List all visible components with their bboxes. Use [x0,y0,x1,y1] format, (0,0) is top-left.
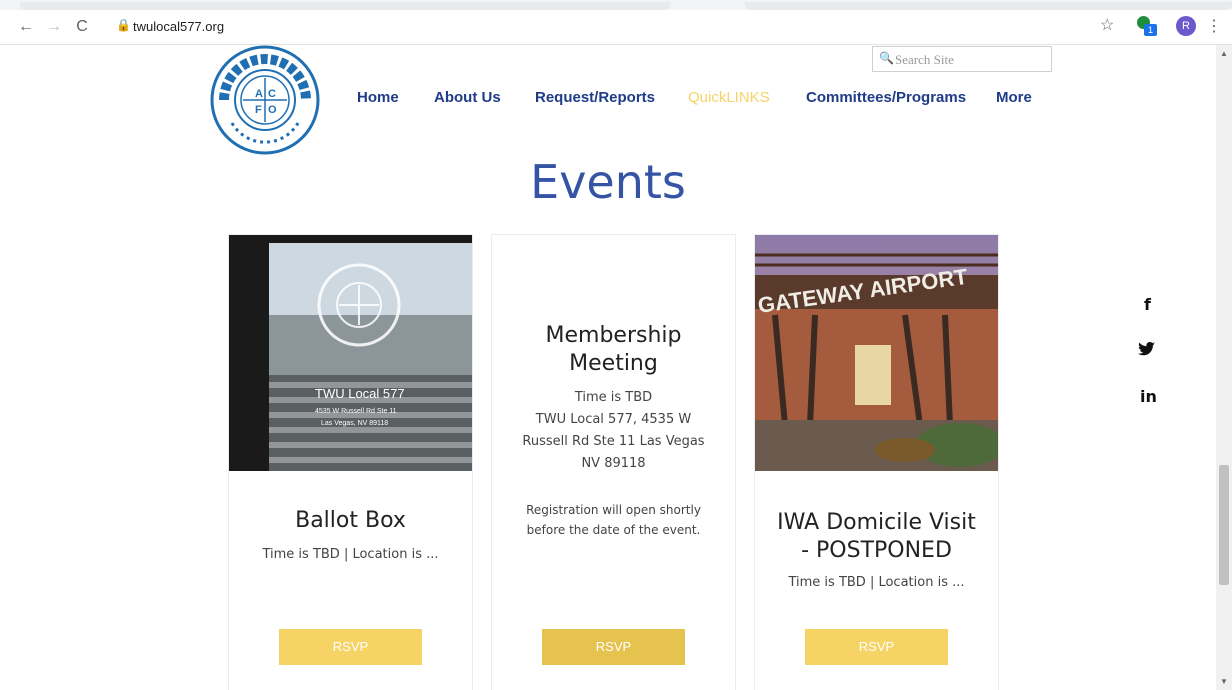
event-card-iwa-domicile-visit[interactable]: GATEWAY AIRPORT IWA Domicile Visit - POS… [754,234,999,690]
door-sign-line3: Las Vegas, NV 89118 [321,420,388,427]
search-input[interactable]: 🔍 Search Site [872,46,1052,72]
nav-about-us[interactable]: About Us [434,89,501,106]
svg-text:F: F [255,104,262,116]
event-title-line2[interactable]: Meeting [492,350,735,378]
page-viewport: A C F O Home About Us Request/Reports Qu… [0,45,1216,690]
rsvp-button[interactable]: RSVP [279,629,422,665]
browser-toolbar: ← → C 🔒 twulocal577.org ☆ 1 R ⋮ [0,10,1232,45]
svg-text:C: C [268,88,276,100]
event-title[interactable]: Ballot Box [229,507,472,535]
facebook-icon[interactable]: f [1144,295,1151,314]
twitter-bird [1138,342,1155,356]
event-card-membership-meeting[interactable]: Membership Meeting Time is TBD TWU Local… [491,234,736,690]
scrollbar-thumb[interactable] [1219,465,1229,585]
browser-tabstrip [0,0,1232,10]
event-photo-door: TWU Local 577 4535 W Russell Rd Ste 11 L… [229,235,472,471]
event-title-line1[interactable]: Membership [492,322,735,350]
event-photo-airport: GATEWAY AIRPORT [755,235,998,471]
extension-badge: 1 [1144,24,1157,36]
search-placeholder: Search Site [895,52,954,67]
twu-logo[interactable]: A C F O [210,45,320,155]
extension-icon[interactable]: 1 [1137,16,1159,38]
url-text[interactable]: twulocal577.org [133,19,224,34]
event-card-ballot-box[interactable]: TWU Local 577 4535 W Russell Rd Ste 11 L… [228,234,473,690]
event-address-line3: NV 89118 [581,456,646,471]
svg-text:O: O [268,104,277,116]
event-registration-line2: before the date of the event. [526,523,701,537]
event-meta: Time is TBD | Location is ... [262,547,439,562]
event-title-line2[interactable]: - POSTPONED [755,537,998,565]
rsvp-button[interactable]: RSVP [805,629,948,665]
back-arrow-icon[interactable]: ← [16,17,36,37]
event-meta: Time is TBD | Location is ... [788,575,965,590]
door-sign-line1: TWU Local 577 [315,386,405,401]
page-scrollbar[interactable]: ▲ ▼ [1216,45,1232,690]
reload-icon[interactable]: C [72,17,92,37]
scroll-down-arrow-icon[interactable]: ▼ [1220,677,1228,686]
nav-committees-programs[interactable]: Committees/Programs [806,89,966,106]
search-icon: 🔍 [879,51,894,65]
event-time: Time is TBD [574,390,653,405]
bookmark-star-icon[interactable]: ☆ [1100,15,1114,35]
nav-quicklinks[interactable]: QuickLINKS [688,89,770,106]
event-registration-line1: Registration will open shortly [526,503,701,517]
nav-home[interactable]: Home [357,89,399,106]
door-sign-line2: 4535 W Russell Rd Ste 11 [315,408,397,415]
address-bar[interactable]: 🔒 twulocal577.org [108,14,1128,40]
browser-tab[interactable] [20,2,670,10]
lock-icon: 🔒 [116,18,131,32]
browser-tab[interactable] [745,2,1232,10]
nav-more[interactable]: More [996,89,1032,106]
linkedin-icon[interactable]: in [1140,387,1157,406]
browser-menu-icon[interactable]: ⋮ [1206,16,1222,36]
scroll-up-arrow-icon[interactable]: ▲ [1220,49,1228,58]
event-address-line1: TWU Local 577, 4535 W [535,412,692,427]
svg-text:A: A [255,88,263,100]
rsvp-button[interactable]: RSVP [542,629,685,665]
page-title: Events [530,155,686,209]
event-title-line1[interactable]: IWA Domicile Visit [755,509,998,537]
nav-request-reports[interactable]: Request/Reports [535,89,655,106]
twitter-icon[interactable] [1138,341,1156,361]
forward-arrow-icon[interactable]: → [44,17,64,37]
profile-avatar[interactable]: R [1176,16,1196,36]
event-address-line2: Russell Rd Ste 11 Las Vegas [522,434,705,449]
